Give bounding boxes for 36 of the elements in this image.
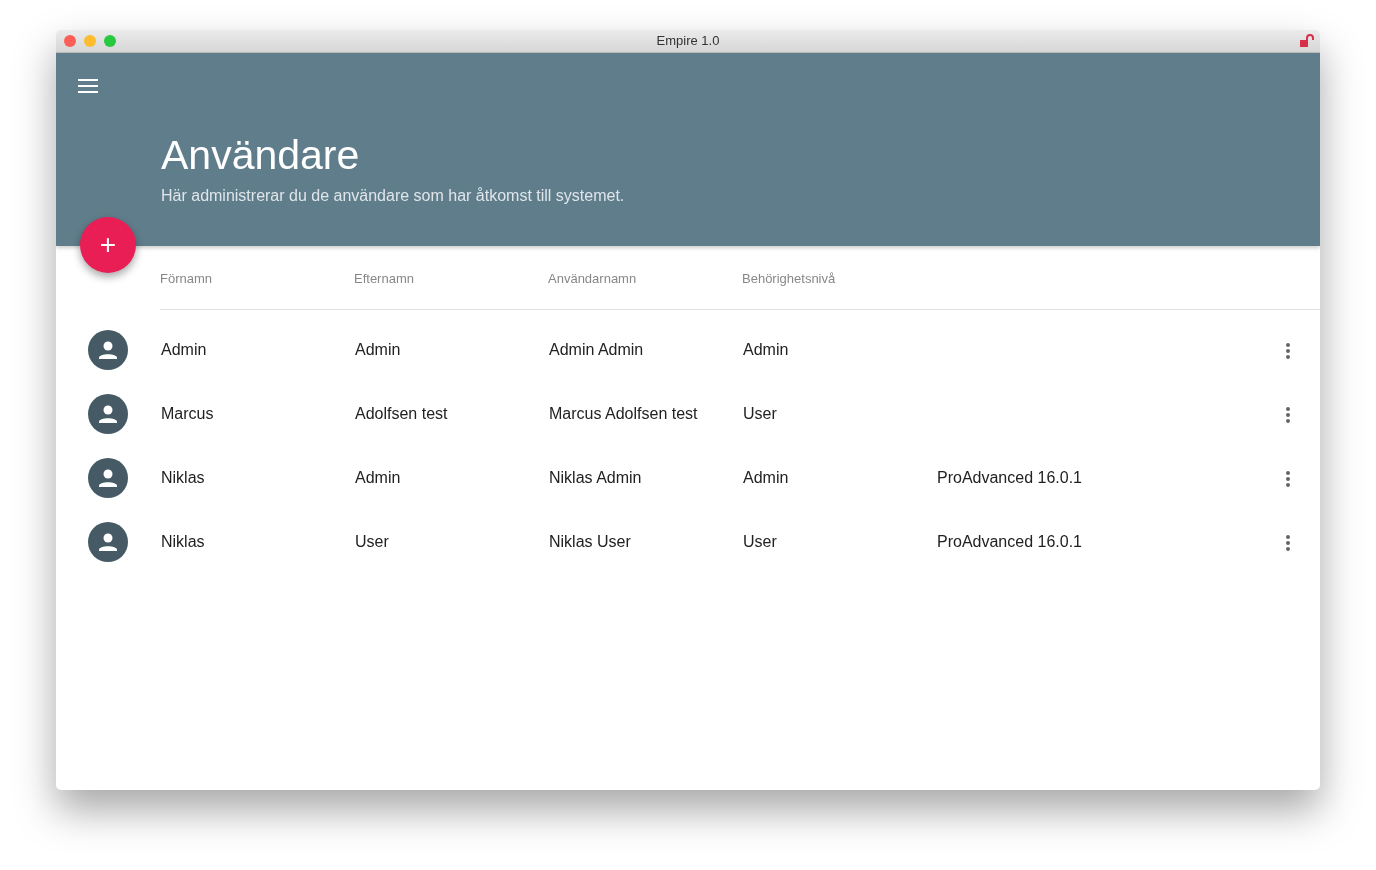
table-cell: Admin <box>355 341 401 358</box>
avatar-icon <box>88 330 128 370</box>
window-title: Empire 1.0 <box>656 32 720 51</box>
table-row[interactable]: Marcus Adolfsen test Marcus Adolfsen test User <box>56 382 1320 446</box>
avatar-icon <box>88 522 128 562</box>
table-cell: Niklas User <box>549 533 631 550</box>
page-title: Användare <box>161 135 361 176</box>
table-cell: Admin <box>743 341 789 358</box>
table-cell: User <box>355 533 389 550</box>
padlock-icon <box>1300 34 1314 48</box>
table-row[interactable]: Niklas Admin Niklas Admin Admin ProAdvanced 16.0.1 <box>56 446 1320 510</box>
column-header: Förnamn <box>160 270 213 286</box>
avatar-icon <box>88 458 128 498</box>
table-row[interactable]: Admin Admin Admin Admin Admin <box>56 318 1320 382</box>
column-header: Användarnamn <box>548 270 637 286</box>
table-cell: Admin Admin <box>549 341 644 358</box>
table-cell: Niklas Admin <box>549 469 642 486</box>
table-cell: ProAdvanced 16.0.1 <box>937 469 1082 486</box>
table-cell: Marcus Adolfsen test <box>549 405 698 422</box>
table-cell: Marcus <box>161 405 214 422</box>
avatar-icon <box>88 394 128 434</box>
table-cell: Niklas <box>161 469 205 486</box>
add-button[interactable]: + <box>80 217 136 273</box>
column-header: Behörighetsnivå <box>742 270 836 286</box>
table-cell: Admin <box>161 341 207 358</box>
table-cell: Niklas <box>161 533 205 550</box>
menu-icon[interactable] <box>78 79 98 93</box>
table-cell: Adolfsen test <box>355 405 448 422</box>
table-cell: Admin <box>355 469 401 486</box>
column-header: Efternamn <box>354 270 414 286</box>
page-subtitle: Här administrerar du de användare som har åtkomst till systemet. <box>161 186 626 206</box>
table-cell: User <box>743 533 777 550</box>
table-cell: ProAdvanced 16.0.1 <box>937 533 1082 550</box>
table-cell: User <box>743 405 777 422</box>
table-row[interactable]: Niklas User Niklas User User ProAdvanced 16.0.1 <box>56 510 1320 574</box>
table-cell: Admin <box>743 469 789 486</box>
